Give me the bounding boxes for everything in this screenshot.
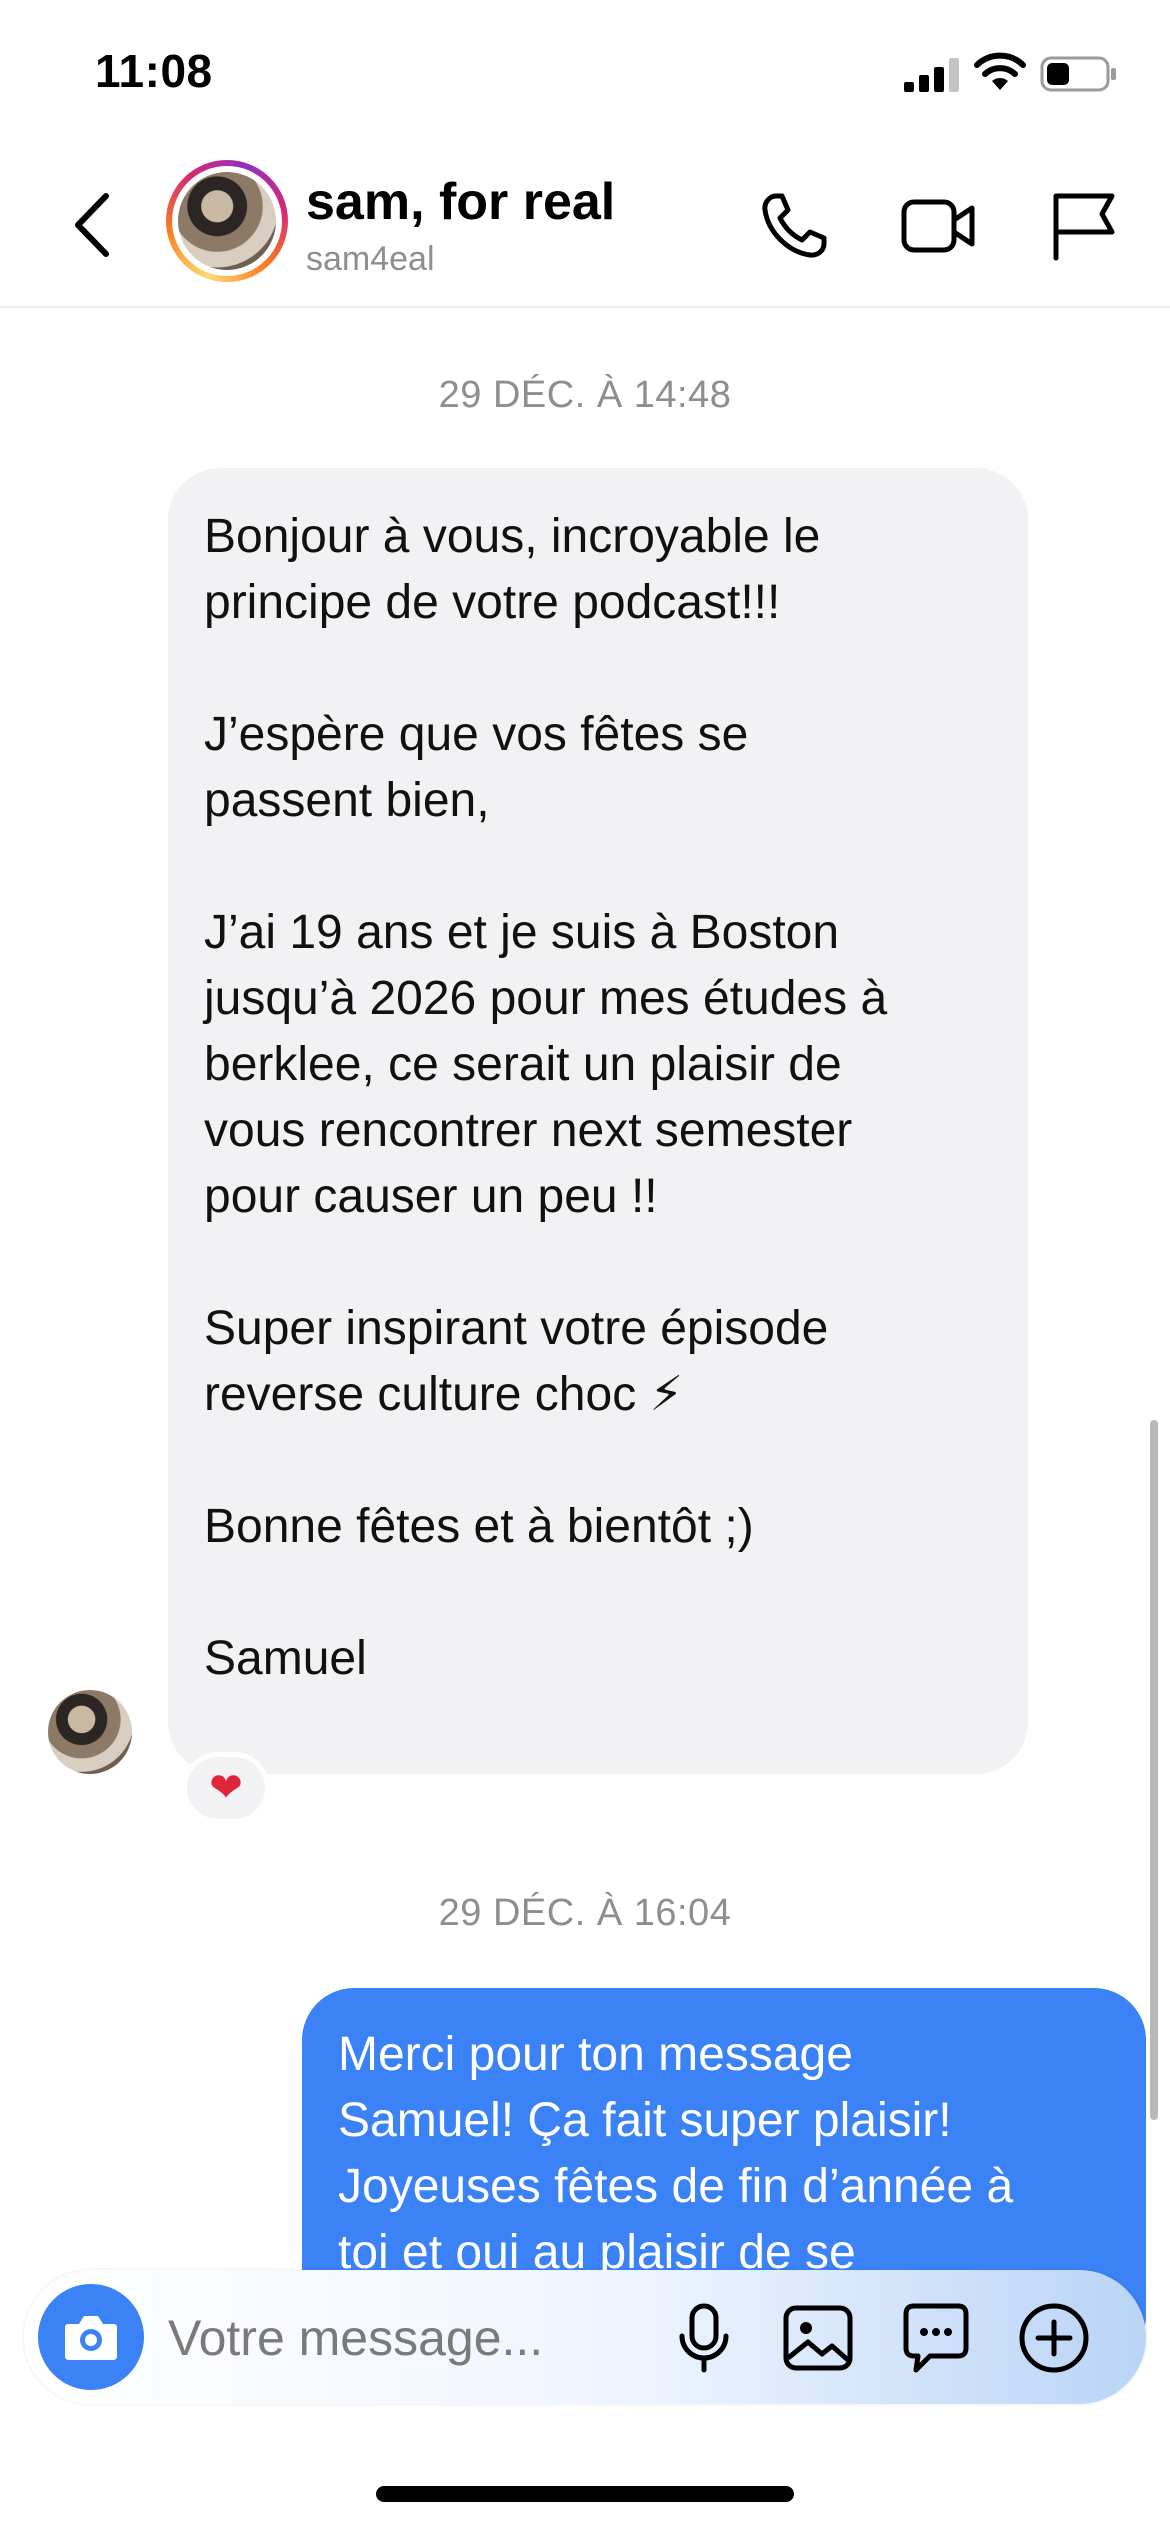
- battery-icon: [1040, 56, 1116, 92]
- gallery-icon[interactable]: [778, 2298, 858, 2378]
- message-composer: [24, 2270, 1146, 2404]
- sender-avatar[interactable]: [48, 1690, 132, 1774]
- phone-icon[interactable]: [756, 188, 832, 264]
- flag-icon[interactable]: [1046, 188, 1122, 264]
- message-input[interactable]: [168, 2308, 638, 2368]
- video-camera-icon[interactable]: [900, 188, 976, 264]
- home-indicator[interactable]: [376, 2486, 794, 2502]
- contact-name[interactable]: sam, for real: [306, 172, 615, 232]
- cellular-signal-icon: [904, 58, 959, 92]
- status-bar: 11:08: [0, 0, 1170, 140]
- wifi-icon: [974, 52, 1026, 90]
- status-time: 11:08: [95, 45, 213, 97]
- microphone-icon[interactable]: [664, 2298, 744, 2378]
- sticker-icon[interactable]: [896, 2298, 976, 2378]
- message-timestamp: 29 DÉC. À 14:48: [438, 374, 732, 416]
- message-timestamp: 29 DÉC. À 16:04: [438, 1892, 732, 1934]
- camera-button[interactable]: [38, 2284, 144, 2390]
- camera-icon: [65, 2316, 117, 2360]
- chat-header: sam, for real sam4eal: [0, 140, 1170, 308]
- incoming-message-bubble[interactable]: Bonjour à vous, incroyable le principe d…: [168, 468, 1028, 1774]
- contact-avatar[interactable]: [166, 160, 288, 282]
- scrollbar[interactable]: [1150, 1420, 1158, 2120]
- avatar-photo: [178, 172, 276, 270]
- heart-reaction[interactable]: ❤: [182, 1752, 270, 1824]
- plus-icon[interactable]: [1014, 2298, 1094, 2378]
- contact-username[interactable]: sam4eal: [306, 240, 435, 279]
- back-icon[interactable]: [66, 190, 118, 260]
